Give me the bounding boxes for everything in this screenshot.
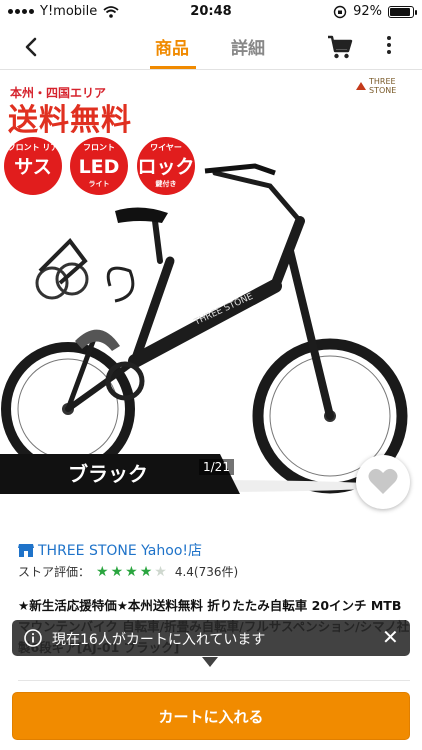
- store-name[interactable]: THREE STONE Yahoo!店: [38, 540, 202, 560]
- battery-icon: [388, 5, 417, 18]
- folded-bike-thumbnail: [35, 237, 89, 300]
- toast-text: 現在16人がカートに入れています: [52, 632, 266, 648]
- rating-stars: ★ ★ ★ ★ ★: [96, 565, 167, 579]
- saddle: [115, 207, 168, 223]
- cart-icon[interactable]: [327, 34, 353, 60]
- more-vertical-icon[interactable]: [382, 36, 396, 58]
- store-icon: [18, 544, 34, 557]
- info-icon: [24, 629, 42, 647]
- rating-text: 4.4(736件): [174, 565, 239, 579]
- add-to-cart-button[interactable]: カートに入れる: [12, 692, 410, 740]
- brand-logo: THREE STONE: [356, 77, 422, 95]
- tab-product[interactable]: 商品: [155, 34, 189, 59]
- star-icon: ★: [139, 563, 153, 580]
- divider: [18, 680, 410, 681]
- handlebar: [204, 163, 276, 176]
- brand-logo-text: THREE STONE: [369, 77, 397, 95]
- status-bar: Y!mobile 20:48 92%: [0, 0, 422, 24]
- bicycle-image: THREE STONE: [1, 163, 408, 494]
- status-right: 92%: [333, 4, 417, 19]
- favorite-button[interactable]: [356, 455, 410, 509]
- battery-fill: [390, 7, 411, 16]
- cart-count-toast: 現在16人がカートに入れています ✕: [12, 620, 410, 656]
- star-icon: ★: [96, 563, 109, 580]
- store-rating[interactable]: ストア評価： ★ ★ ★ ★ ★ 4.4(736件): [18, 563, 238, 580]
- logo-mark-icon: [356, 82, 366, 90]
- rating-label: ストア評価：: [18, 565, 91, 579]
- chevron-left-icon[interactable]: [18, 33, 46, 61]
- header-nav: 商品 詳細: [0, 24, 422, 70]
- star-icon: ★: [125, 563, 138, 580]
- toast-pointer: [202, 657, 218, 667]
- heart-icon: [368, 468, 398, 494]
- wire-lock: [106, 266, 135, 303]
- battery-percent: 92%: [353, 4, 382, 19]
- star-icon: ★: [110, 563, 124, 580]
- product-image-carousel[interactable]: 本州・四国エリア 送料無料 THREE STONE フロント リア サス フロン…: [0, 71, 422, 495]
- star-icon: ★: [154, 563, 167, 580]
- rear-fender: [75, 329, 120, 351]
- orientation-lock-icon: [333, 5, 347, 18]
- image-counter: 1/21: [199, 459, 234, 475]
- active-tab-indicator: [150, 66, 196, 69]
- store-link[interactable]: THREE STONE Yahoo!店: [18, 540, 202, 560]
- frame-decal: THREE STONE: [192, 292, 255, 328]
- tab-detail[interactable]: 詳細: [231, 34, 265, 59]
- close-icon[interactable]: ✕: [382, 626, 399, 648]
